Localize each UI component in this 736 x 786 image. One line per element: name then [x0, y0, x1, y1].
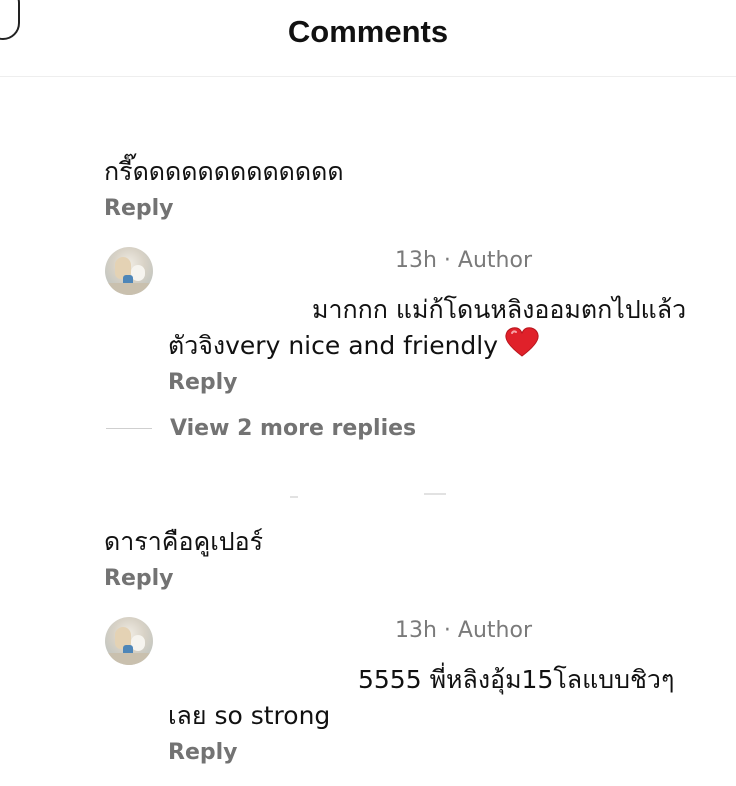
replies-divider [106, 428, 152, 429]
blur-speck [290, 496, 298, 498]
avatar[interactable] [105, 617, 153, 665]
reply-button[interactable]: Reply [104, 196, 174, 221]
reply-text-line: ตัวจิงvery nice and friendly [168, 326, 540, 366]
page-title: Comments [287, 14, 449, 49]
comment-text: ดาราคือคูเปอร์ [104, 527, 264, 556]
avatar-dog-shape [131, 635, 145, 651]
reply-button[interactable]: Reply [168, 370, 238, 395]
reply-button[interactable]: Reply [168, 740, 238, 765]
avatar-dog-shape [131, 265, 145, 281]
red-heart-icon [505, 327, 539, 357]
reply-text-line: มากกก แม่ก้โดนหลิงออมตกไปแล้ว [312, 295, 687, 324]
comments-header: Comments [0, 0, 736, 77]
avatar-ground-shape [105, 283, 153, 295]
reply-meta: 13h · Author [395, 618, 532, 643]
avatar[interactable] [105, 247, 153, 295]
reply-text: ตัวจิงvery nice and friendly [168, 331, 499, 360]
view-more-replies-button[interactable]: View 2 more replies [170, 416, 416, 441]
avatar-ground-shape [105, 653, 153, 665]
reply-button[interactable]: Reply [104, 566, 174, 591]
reply-text-line: เลย so strong [168, 701, 331, 730]
comment-text: กรี๊ดดดดดดดดดดดดด [104, 157, 344, 186]
blur-speck [424, 493, 446, 495]
reply-meta: 13h · Author [395, 248, 532, 273]
comments-screen: Comments กรี๊ดดดดดดดดดดดดด Reply 13h · A… [0, 0, 736, 786]
reply-text-line: 5555 พี่หลิงอุ้ม15โลแบบชิวๆ [358, 665, 675, 694]
